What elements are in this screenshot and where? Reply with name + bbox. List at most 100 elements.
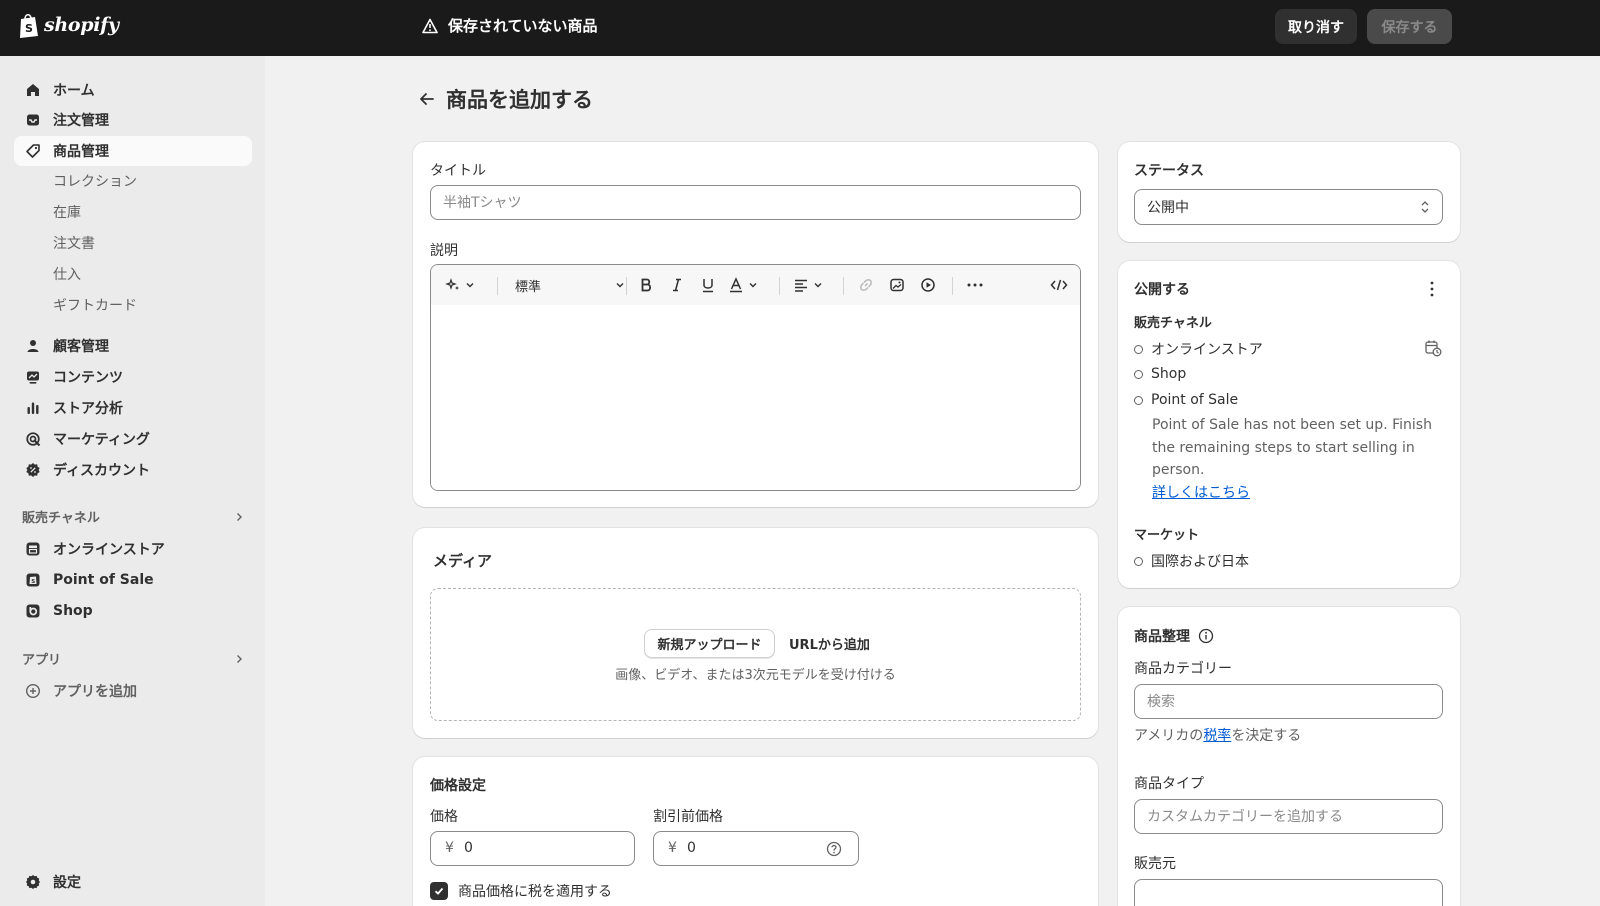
gear-icon xyxy=(24,873,42,891)
pos-setup-note: Point of Sale has not been set up. Finis… xyxy=(1152,417,1432,478)
tax-hint-prefix: アメリカの xyxy=(1134,728,1204,744)
toolbar-divider xyxy=(626,277,627,295)
sparkle-icon xyxy=(445,278,459,290)
sidebar-item-marketing[interactable]: マーケティング xyxy=(14,424,252,454)
link-button[interactable] xyxy=(858,275,874,295)
tax-rate-link[interactable]: 税率 xyxy=(1203,728,1231,744)
category-search-input[interactable] xyxy=(1134,684,1443,719)
format-select[interactable]: 標準 xyxy=(515,275,625,295)
sidebar-subitem-gift-cards[interactable]: ギフトカード xyxy=(53,292,137,318)
media-dropzone[interactable]: 新規アップロード URLから追加 画像、ビデオ、または3次元モデルを受け付ける xyxy=(430,588,1081,721)
logo-text: shopify xyxy=(44,14,119,36)
sidebar-section-sales-channels[interactable]: 販売チャネル xyxy=(22,507,244,526)
market-label: 国際および日本 xyxy=(1151,554,1249,570)
sidebar-subitem-collections[interactable]: コレクション xyxy=(53,168,137,194)
vendor-input[interactable] xyxy=(1134,879,1443,906)
sidebar-item-settings[interactable]: 設定 xyxy=(14,867,252,897)
organization-title: 商品整理 xyxy=(1134,629,1190,645)
text-color-button[interactable] xyxy=(728,275,758,295)
upload-new-button[interactable]: 新規アップロード xyxy=(644,629,775,658)
channel-online-store: オンラインストア xyxy=(1134,339,1263,359)
show-html-button[interactable] xyxy=(1050,275,1068,295)
info-icon[interactable] xyxy=(1198,628,1214,644)
shopify-logo[interactable]: S shopify xyxy=(18,12,119,38)
channel-status-dot xyxy=(1134,344,1143,354)
underline-button[interactable] xyxy=(700,275,716,295)
sales-channels-heading: 販売チャネル xyxy=(22,511,100,526)
sidebar-subitem-transfers[interactable]: 仕入 xyxy=(53,261,81,287)
sidebar-section-apps[interactable]: アプリ xyxy=(22,649,244,668)
home-icon xyxy=(24,81,42,99)
code-icon xyxy=(1050,279,1068,291)
sidebar-item-customers[interactable]: 顧客管理 xyxy=(14,331,252,361)
compare-price-label: 割引前価格 xyxy=(653,809,723,825)
description-textarea[interactable] xyxy=(431,305,1080,490)
store-icon xyxy=(24,540,42,558)
target-icon xyxy=(24,430,42,448)
market-status-dot xyxy=(1134,556,1143,566)
chevron-down-icon xyxy=(616,283,624,288)
title-input[interactable] xyxy=(430,185,1081,220)
sidebar-item-label: ホーム xyxy=(53,83,95,99)
bold-icon xyxy=(641,278,652,292)
more-options-button[interactable] xyxy=(966,275,984,295)
ai-magic-button[interactable] xyxy=(445,275,475,295)
top-bar: S shopify 保存されていない商品 取り消す 保存する xyxy=(0,0,1600,56)
sidebar-item-home[interactable]: ホーム xyxy=(14,75,252,105)
editor-toolbar: 標準 xyxy=(431,265,1080,305)
chevron-right-icon xyxy=(237,654,242,663)
back-arrow-icon[interactable] xyxy=(418,90,436,108)
sidebar-subitem-inventory[interactable]: 在庫 xyxy=(53,199,81,225)
italic-icon xyxy=(673,278,681,292)
channel-label: Point of Sale xyxy=(1151,392,1239,408)
learn-more-link[interactable]: 詳しくはこちら xyxy=(1152,482,1250,502)
align-button[interactable] xyxy=(793,275,823,295)
add-app-button[interactable]: アプリを追加 xyxy=(14,676,252,706)
sidebar-item-content[interactable]: コンテンツ xyxy=(14,362,252,392)
image-icon xyxy=(890,278,904,292)
sidebar-item-shop[interactable]: Shop xyxy=(14,596,252,626)
discard-button[interactable]: 取り消す xyxy=(1275,9,1357,44)
sidebar-item-label: オンラインストア xyxy=(53,542,165,558)
status-title: ステータス xyxy=(1134,163,1204,179)
status-select[interactable]: 公開中 xyxy=(1134,189,1443,225)
page-title: 商品を追加する xyxy=(446,88,593,112)
channel-shop: Shop xyxy=(1134,366,1186,382)
sidebar-item-label: 注文管理 xyxy=(53,113,109,129)
title-label: タイトル xyxy=(430,163,486,179)
page-header: 商品を追加する xyxy=(418,84,593,114)
toolbar-divider xyxy=(952,277,953,295)
content-icon xyxy=(24,368,42,386)
insert-video-button[interactable] xyxy=(920,275,936,295)
sidebar-item-products[interactable]: 商品管理 xyxy=(14,136,252,166)
insert-image-button[interactable] xyxy=(889,275,905,295)
vendor-label: 販売元 xyxy=(1134,856,1176,872)
product-type-label: 商品タイプ xyxy=(1134,776,1204,792)
product-type-input[interactable] xyxy=(1134,799,1443,834)
more-vertical-icon[interactable] xyxy=(1424,280,1440,298)
channel-label: オンラインストア xyxy=(1151,342,1263,358)
sidebar-item-analytics[interactable]: ストア分析 xyxy=(14,393,252,423)
sidebar-item-label: 設定 xyxy=(53,875,81,891)
sidebar-item-orders[interactable]: 注文管理 xyxy=(14,105,252,135)
save-button[interactable]: 保存する xyxy=(1367,9,1452,44)
unsaved-indicator: 保存されていない商品 xyxy=(422,15,598,36)
sidebar-item-label: コンテンツ xyxy=(53,370,123,386)
sidebar-subitem-purchase-orders[interactable]: 注文書 xyxy=(53,230,95,256)
add-app-label: アプリを追加 xyxy=(53,684,137,700)
publishing-channels-heading: 販売チャネル xyxy=(1134,316,1212,331)
italic-button[interactable] xyxy=(669,275,685,295)
sidebar-item-online-store[interactable]: オンラインストア xyxy=(14,534,252,564)
price-input[interactable] xyxy=(430,831,635,866)
chevron-right-icon xyxy=(237,512,242,521)
underline-icon xyxy=(703,279,713,293)
tax-rate-hint: アメリカの税率を決定する xyxy=(1134,725,1301,745)
sidebar-item-point-of-sale[interactable]: S Point of Sale xyxy=(14,565,252,595)
add-from-url-button[interactable]: URLから追加 xyxy=(789,634,870,653)
bold-button[interactable] xyxy=(638,275,654,295)
tax-checkbox[interactable] xyxy=(430,882,448,900)
text-color-icon xyxy=(730,277,742,293)
sidebar-item-discounts[interactable]: ディスカウント xyxy=(14,455,252,485)
calendar-clock-icon[interactable] xyxy=(1424,339,1442,357)
help-circle-icon[interactable] xyxy=(826,841,842,857)
